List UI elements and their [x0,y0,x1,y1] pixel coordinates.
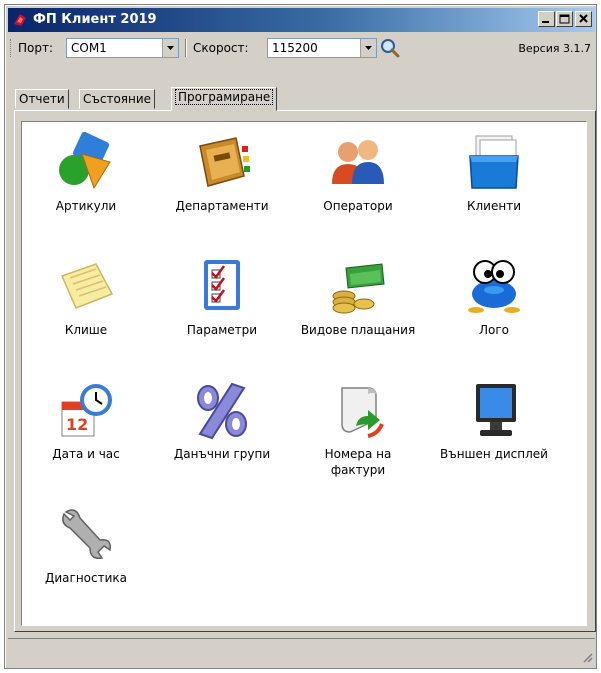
speed-label: Скорост: [193,41,249,55]
invoice-numbers-icon [341,387,384,438]
logo-icon [468,260,520,313]
item-label: Дата и час [52,447,120,461]
speed-value: 115200 [272,41,318,55]
invoice-numbers-tile[interactable]: Номера на фактури [298,374,418,494]
svg-text:12: 12 [66,415,88,434]
logo-tile[interactable]: Лого [434,250,554,370]
port-label: Порт: [18,41,54,55]
diagnostics-tile[interactable]: Диагностика [26,498,146,618]
operators-tile[interactable]: Оператори [298,126,418,246]
item-label: Външен дисплей [440,447,548,461]
item-label: Лого [478,323,509,337]
item-label: Диагностика [44,571,127,585]
departments-tile[interactable]: Департаменти [162,126,282,246]
connection-toolbar: Порт: COM1 Скорост: 115200 Версия 3.1.7 [8,35,595,61]
app-window: ФП Клиент 2019 Порт: COM1 Скорост: 11520… [4,4,597,669]
date-time-icon: 12 [61,384,112,437]
external-display-icon [476,384,516,436]
tab-status[interactable]: Състояние [79,89,156,109]
speed-select[interactable]: 115200 [267,38,377,58]
payment-types-tile[interactable]: Видове плащания [298,250,418,370]
speed-dropdown-button[interactable] [360,39,376,57]
toolbar-separator [185,39,187,57]
resize-grip-icon[interactable] [581,651,593,663]
item-label: Клише [64,323,108,337]
clients-tile[interactable]: Клиенти [434,126,554,246]
clients-icon [469,135,519,189]
tab-label: Програмиране [175,89,274,105]
external-display-tile[interactable]: Външен дисплей [434,374,554,494]
minimize-button[interactable] [538,11,555,27]
chevron-down-icon [167,46,174,50]
close-icon [579,14,588,23]
item-label: Номера на фактури [324,447,392,477]
articles-tile[interactable]: Артикули [26,126,146,246]
port-dropdown-button[interactable] [162,39,178,57]
status-bar [8,638,595,666]
programming-panel: Артикули Департаменти Оператори Клиенти … [14,110,596,632]
search-icon [381,39,400,58]
item-label: Клиенти [466,199,521,213]
fiscal-printer-icon [14,14,26,26]
maximize-button[interactable] [556,11,573,27]
tab-programming[interactable]: Програмиране [171,87,278,111]
parameters-icon [204,260,240,310]
port-select[interactable]: COM1 [66,38,179,58]
maximize-icon [559,14,570,24]
payment-types-icon [332,263,385,314]
item-label: Видове плащания [300,323,416,337]
minimize-icon [542,21,549,23]
cliche-icon [60,263,114,309]
tax-groups-icon [197,382,247,440]
chevron-down-icon [365,46,372,50]
programming-icon-grid: Артикули Департаменти Оператори Клиенти … [21,121,587,626]
date-time-tile[interactable]: 12 Дата и час [26,374,146,494]
item-label: Артикули [55,199,117,213]
tax-groups-tile[interactable]: Данъчни групи [162,374,282,494]
item-label: Параметри [186,323,258,337]
search-button[interactable] [379,37,401,59]
tab-label: Отчети [19,92,65,106]
item-label: Департаменти [175,199,269,213]
window-title: ФП Клиент 2019 [33,12,157,27]
item-label: Данъчни групи [173,447,271,461]
diagnostics-icon [62,509,112,560]
parameters-tile[interactable]: Параметри [162,250,282,370]
operators-icon [332,140,384,184]
tab-reports[interactable]: Отчети [15,89,69,109]
title-bar[interactable]: ФП Клиент 2019 [8,8,595,32]
departments-icon [199,137,250,187]
toolbar-grip[interactable] [10,39,13,57]
port-value: COM1 [71,41,107,55]
articles-icon [59,132,111,190]
close-button[interactable] [575,11,592,27]
version-label: Версия 3.1.7 [518,42,591,55]
item-label: Оператори [323,199,393,213]
tab-label: Състояние [83,92,152,106]
cliche-tile[interactable]: Клише [26,250,146,370]
